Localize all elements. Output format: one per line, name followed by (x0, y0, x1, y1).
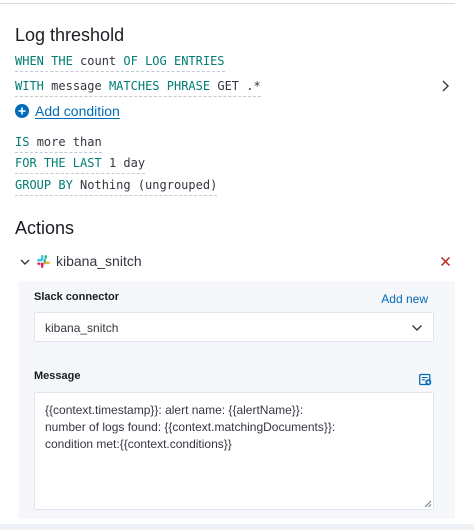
top-divider (0, 0, 455, 4)
actions-title: Actions (15, 218, 75, 238)
slack-icon (37, 255, 50, 268)
delete-action-icon[interactable] (440, 256, 451, 267)
action-panel: Slack connector Add new kibana_snitch Me… (19, 281, 455, 519)
add-condition-button[interactable]: Add condition (15, 103, 120, 119)
bottom-divider (0, 524, 474, 530)
chevron-down-icon (412, 325, 422, 331)
is-expression[interactable]: IS more than (15, 134, 102, 153)
when-expression[interactable]: WHEN THE count OF LOG ENTRIES (15, 53, 225, 72)
when-keyword: WHEN THE (15, 54, 73, 68)
when-value: count (80, 54, 117, 68)
message-line: condition met:{{context.conditions}} (45, 437, 232, 451)
plus-circle-icon (15, 104, 29, 118)
action-accordion-header[interactable]: kibana_snitch (19, 253, 455, 271)
slack-connector-label: Slack connector (34, 291, 119, 303)
group-by-expression[interactable]: GROUP BY Nothing (ungrouped) (15, 177, 218, 196)
with-field: message (51, 79, 102, 93)
chevron-down-icon[interactable] (19, 256, 31, 268)
when-keyword-2: OF LOG ENTRIES (123, 54, 225, 68)
for-the-last-value: 1 day (108, 156, 146, 170)
add-variable-icon[interactable] (419, 373, 432, 386)
group-by-value: Nothing (ungrouped) (80, 178, 218, 192)
with-expression[interactable]: WITH message MATCHES PHRASE GET .* (15, 78, 261, 97)
with-value: GET .* (217, 79, 261, 93)
message-line: number of logs found: {{context.matching… (45, 420, 336, 434)
log-threshold-title: Log threshold (15, 25, 125, 45)
message-textarea[interactable]: {{context.timestamp}}: alert name: {{ale… (34, 392, 434, 510)
message-label: Message (34, 370, 81, 382)
add-condition-label: Add condition (35, 103, 120, 119)
message-line: {{context.timestamp}}: alert name: {{ale… (45, 403, 304, 417)
is-value: more than (36, 135, 102, 149)
with-keyword: WITH (15, 79, 44, 93)
for-the-last-expression[interactable]: FOR THE LAST 1 day (15, 155, 146, 174)
connector-select[interactable]: kibana_snitch (34, 312, 434, 342)
for-the-last-keyword: FOR THE LAST (15, 156, 102, 170)
connector-select-value: kibana_snitch (45, 321, 119, 335)
is-keyword: IS (15, 135, 30, 149)
resize-handle-icon[interactable] (424, 500, 432, 508)
add-new-link[interactable]: Add new (381, 292, 428, 306)
with-operator: MATCHES PHRASE (108, 79, 211, 93)
action-name: kibana_snitch (56, 253, 142, 269)
chevron-right-icon[interactable] (439, 79, 451, 93)
group-by-keyword: GROUP BY (15, 178, 73, 192)
